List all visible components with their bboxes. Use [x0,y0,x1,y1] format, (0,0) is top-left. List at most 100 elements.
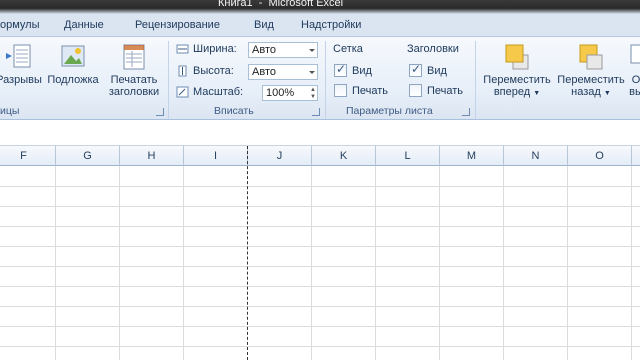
bring-forward-icon [504,43,530,71]
bring-forward-label-2: вперед [493,86,531,98]
send-backward-label-1: Переместить [557,74,625,86]
selection-pane-label-2: вы [629,86,640,98]
column-header-I[interactable]: I [184,146,248,166]
selection-pane-button[interactable]: О вы [626,43,640,98]
background-image-icon [60,43,86,71]
gridline-vertical [631,166,632,360]
group-separator [168,41,169,119]
print-titles-icon [121,43,147,71]
group-separator [475,41,476,119]
fit-group-label: Вписать [214,105,254,117]
background-label: Подложка [47,74,99,86]
chevron-down-icon [309,49,315,52]
width-value: Авто [252,44,276,56]
tab-formulas[interactable]: ормулы [0,19,40,31]
worksheet-grid[interactable]: F G H I J K L M N O [0,146,640,360]
column-header-H[interactable]: H [120,146,184,166]
gridline-horizontal [0,226,640,227]
group-separator [325,41,326,119]
column-header-K[interactable]: K [312,146,376,166]
window-title: Книга1 - Microsoft Excel [218,0,344,9]
column-header-G[interactable]: G [56,146,120,166]
chevron-down-icon [309,71,315,74]
scale-label: Масштаб: [193,86,244,98]
formula-bar-area [0,120,640,146]
scale-spinner[interactable]: 100% ▲ ▼ [262,85,318,101]
fit-launcher-icon[interactable] [312,108,320,116]
gridline-horizontal [0,266,640,267]
height-dropdown[interactable]: Авто [248,64,318,80]
gridline-vertical [311,166,312,360]
headings-print-checkbox[interactable] [409,84,422,97]
sheet-options-group-label: Параметры листа [346,105,433,117]
bring-forward-button[interactable]: Переместить вперед ▼ [480,43,554,100]
gridline-horizontal [0,286,640,287]
width-dropdown[interactable]: Авто [248,42,318,58]
headings-title: Заголовки [407,43,459,55]
selection-pane-label-1: О [631,74,640,86]
send-backward-button[interactable]: Переместить назад ▼ [555,43,627,100]
ribbon: Разрывы Подложка Печатать заголовки ицы [0,36,640,120]
scale-value: 100% [266,87,295,99]
gridlines-print-label: Печать [352,85,389,97]
tab-data[interactable]: Данные [64,19,104,31]
column-header-L[interactable]: L [376,146,440,166]
bring-forward-label-1: Переместить [483,74,551,86]
gridline-horizontal [0,346,640,347]
ribbon-tabs: ормулы Данные Рецензирование Вид Надстро… [0,14,640,36]
column-header-O[interactable]: O [568,146,632,166]
page-setup-launcher-icon[interactable] [156,108,164,116]
gridline-vertical [119,166,120,360]
gridline-vertical [375,166,376,360]
send-backward-icon [578,43,604,71]
send-backward-label-2: назад [571,86,601,98]
gridline-horizontal [0,246,640,247]
height-icon [176,65,189,77]
spin-up-icon[interactable]: ▲ [310,87,316,93]
gridline-horizontal [0,206,640,207]
breaks-button[interactable]: Разрывы [0,43,42,86]
print-titles-label-1: Печатать [110,74,158,86]
headings-print-label: Печать [427,85,464,97]
gridline-horizontal [0,326,640,327]
tab-review[interactable]: Рецензирование [135,19,220,31]
headings-view-label: Вид [427,65,447,77]
column-header-M[interactable]: M [440,146,504,166]
gridlines-print-checkbox[interactable] [334,84,347,97]
spin-down-icon[interactable]: ▼ [310,94,316,100]
background-button[interactable]: Подложка [44,43,102,86]
gridline-horizontal [0,306,640,307]
tab-view[interactable]: Вид [254,19,274,31]
page-break-line [247,146,248,360]
gridline-horizontal [0,186,640,187]
column-header-partial[interactable] [632,146,640,166]
gridline-vertical [183,166,184,360]
gridlines-view-checkbox[interactable] [334,62,347,77]
chevron-down-icon: ▼ [533,90,541,97]
page-setup-group-label: ицы [0,105,20,117]
gridline-vertical [55,166,56,360]
gridlines-title: Сетка [333,43,363,55]
gridline-vertical [503,166,504,360]
column-header-N[interactable]: N [504,146,568,166]
column-header-F[interactable]: F [0,146,56,166]
gridline-vertical [567,166,568,360]
column-header-J[interactable]: J [248,146,312,166]
width-icon [176,43,189,55]
gridlines-view-label: Вид [352,65,372,77]
sheet-options-launcher-icon[interactable] [462,108,470,116]
selection-pane-icon [629,43,640,71]
chevron-down-icon: ▼ [603,90,611,97]
print-titles-button[interactable]: Печатать заголовки [104,43,164,98]
breaks-icon [6,43,32,71]
gridline-vertical [439,166,440,360]
headings-view-checkbox[interactable] [409,62,422,77]
title-bar: Книга1 - Microsoft Excel [0,0,640,14]
height-value: Авто [252,66,276,78]
print-titles-label-2: заголовки [108,86,160,98]
tab-addins[interactable]: Надстройки [301,19,361,31]
breaks-label: Разрывы [0,74,42,86]
width-label: Ширина: [193,43,237,55]
scale-icon [176,86,189,98]
height-label: Высота: [193,65,234,77]
